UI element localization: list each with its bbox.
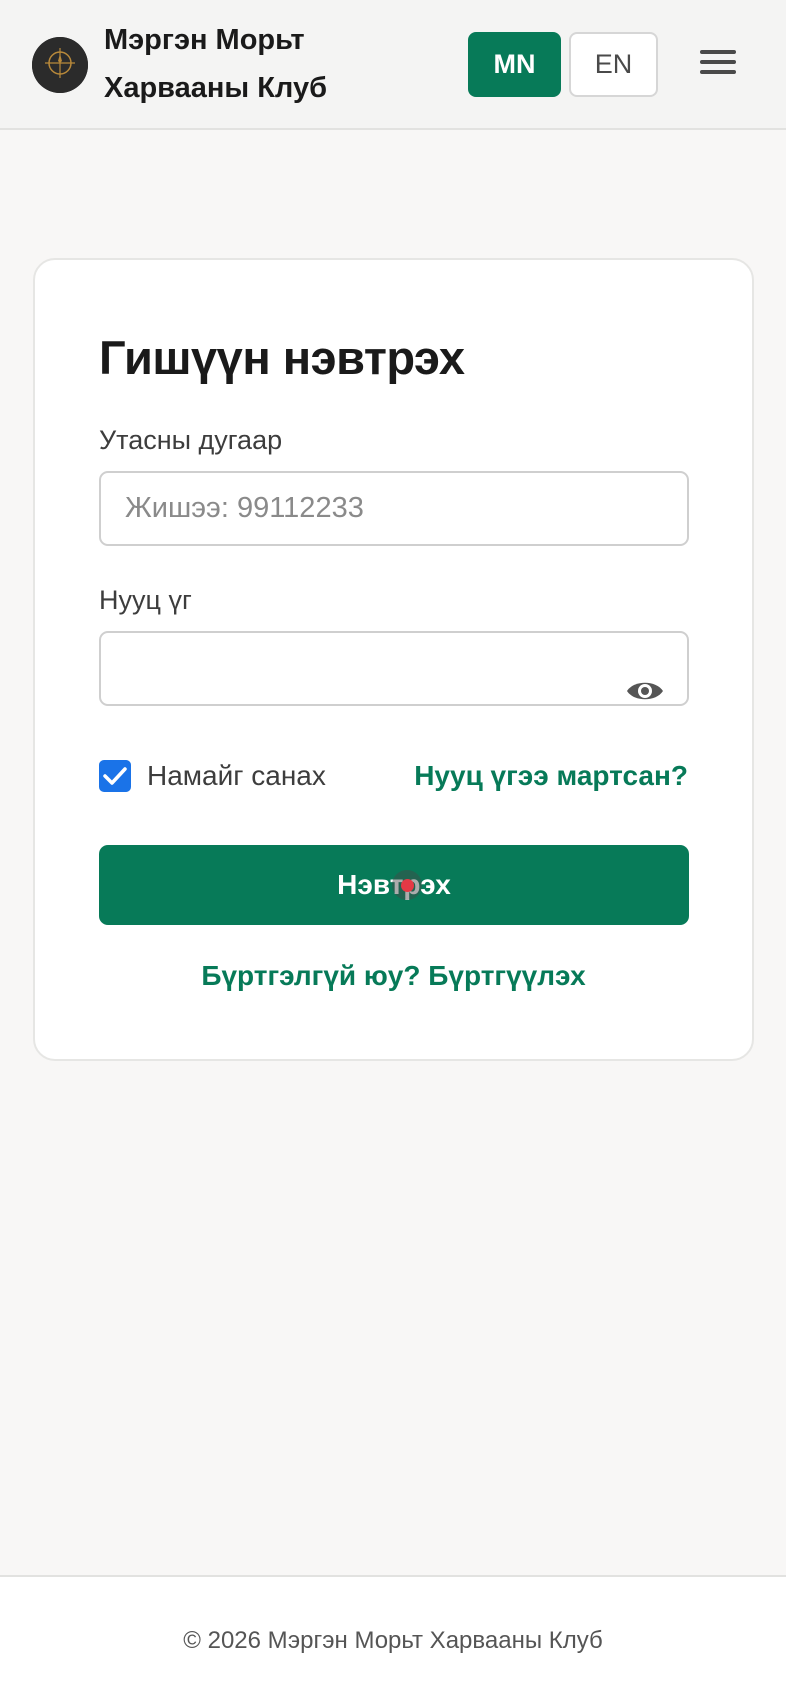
login-button[interactable]: Нэвтрэх xyxy=(99,845,689,925)
club-logo[interactable] xyxy=(32,37,88,93)
site-footer: © 2026 Мэргэн Морьт Харвааны Клуб xyxy=(0,1575,786,1704)
page-title: Гишүүн нэвтрэх xyxy=(99,331,465,384)
remember-me-checkbox[interactable] xyxy=(99,760,131,792)
phone-input[interactable] xyxy=(99,471,689,546)
archery-target-icon xyxy=(32,37,88,93)
eye-icon[interactable] xyxy=(623,675,667,707)
hamburger-menu-icon[interactable] xyxy=(700,50,736,78)
register-link[interactable]: Бүртгэлгүй юу? Бүртгүүлэх xyxy=(35,960,752,992)
checkmark-icon xyxy=(103,767,127,785)
language-en-button[interactable]: EN xyxy=(569,32,658,97)
cursor-indicator xyxy=(392,870,422,900)
forgot-password-link[interactable]: Нууц үгээ мартсан? xyxy=(414,760,688,792)
password-label: Нууц үг xyxy=(99,585,192,615)
remember-me-label[interactable]: Намайг санах xyxy=(147,760,326,792)
login-card: Гишүүн нэвтрэх Утасны дугаар Нууц үг Нам… xyxy=(33,258,754,1061)
language-mn-button[interactable]: MN xyxy=(468,32,561,97)
copyright-text: © 2026 Мэргэн Морьт Харвааны Клуб xyxy=(183,1627,603,1654)
site-header: Мэргэн Морьт Харвааны Клуб MN EN xyxy=(0,0,786,130)
phone-label: Утасны дугаар xyxy=(99,425,283,455)
site-title[interactable]: Мэргэн Морьт Харвааны Клуб xyxy=(104,16,364,112)
password-input[interactable] xyxy=(99,631,689,706)
